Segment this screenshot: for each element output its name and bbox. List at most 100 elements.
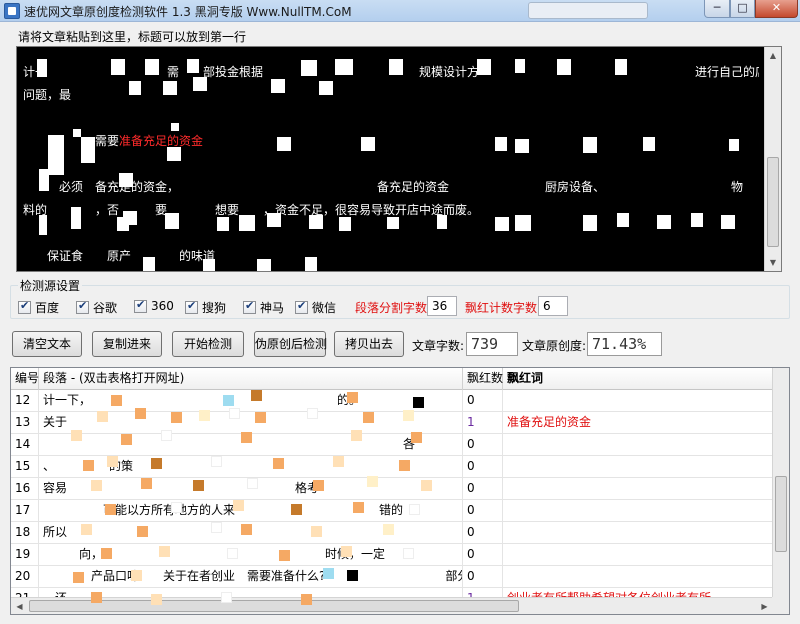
checkbox-baidu[interactable]: 百度 [18, 299, 59, 316]
table-cell-count: 0 [463, 522, 503, 544]
originality-label: 文章原创度: [522, 339, 587, 353]
close-button[interactable]: ✕ [755, 0, 798, 18]
redaction-block [97, 411, 108, 422]
redaction-block [211, 456, 222, 467]
redaction-block [323, 568, 334, 579]
redaction-block [137, 526, 148, 537]
scroll-left-arrow-icon[interactable]: ◀ [11, 598, 28, 614]
scroll-thumb[interactable] [775, 476, 787, 552]
redaction-block [333, 456, 344, 467]
table-cell-no: 16 [11, 478, 39, 500]
redaction-block [223, 395, 234, 406]
red-count-label: 飘红计数字数: [465, 301, 542, 315]
checkbox-checked-icon[interactable] [185, 299, 198, 314]
table-row[interactable]: 12 计一下， 的。 0 [11, 390, 773, 412]
redaction-block [91, 592, 102, 603]
redaction-block [247, 478, 258, 489]
redaction-block [121, 434, 132, 445]
app-icon [4, 3, 20, 19]
minimize-button[interactable]: ─ [704, 0, 730, 18]
checkbox-360[interactable]: 360 [134, 298, 174, 313]
scroll-thumb[interactable] [767, 157, 779, 247]
copy-in-button[interactable]: 复制进来 [92, 331, 162, 357]
window-search-box[interactable] [528, 2, 648, 19]
start-check-button[interactable]: 开始检测 [172, 331, 244, 357]
redaction-block [151, 594, 162, 605]
checkbox-checked-icon[interactable] [76, 299, 89, 314]
paragraph-split-input[interactable]: 36 [427, 296, 457, 316]
redaction-block [353, 502, 364, 513]
char-count-value: 739 [466, 332, 518, 356]
redaction-block [291, 504, 302, 515]
maximize-button[interactable]: □ [730, 0, 755, 18]
table-cell-no: 13 [11, 412, 39, 434]
redaction-block [111, 395, 122, 406]
redaction-block [211, 522, 222, 533]
table-row[interactable]: 17 可能以方所有地方的人来 错的 0 [11, 500, 773, 522]
table-cell-keywords [503, 390, 773, 412]
checkbox-checked-icon[interactable] [134, 298, 147, 313]
column-header-paragraph[interactable]: 段落 - (双击表格打开网址) [39, 368, 463, 390]
redaction-block [229, 408, 240, 419]
column-header-red-count[interactable]: 飘红数 [463, 368, 503, 390]
table-row[interactable]: 16 容易 格考 0 [11, 478, 773, 500]
redaction-block [135, 408, 146, 419]
scroll-up-arrow-icon[interactable]: ▲ [765, 47, 781, 64]
table-cell-no: 19 [11, 544, 39, 566]
table-cell-keywords [503, 500, 773, 522]
column-header-number[interactable]: 编号 [11, 368, 39, 390]
redaction-block [383, 524, 394, 535]
pseudo-original-check-button[interactable]: 伪原创后检测 [254, 331, 327, 357]
redaction-block [131, 570, 142, 581]
redaction-block [107, 456, 118, 467]
table-row[interactable]: 13 关于 1 准备充足的资金 [11, 412, 773, 434]
clear-text-button[interactable]: 清空文本 [12, 331, 82, 357]
redaction-block [251, 390, 262, 401]
article-line [23, 153, 759, 176]
table-cell-no: 17 [11, 500, 39, 522]
redaction-block [273, 458, 284, 469]
table-row[interactable]: 15、 的策 0 [11, 456, 773, 478]
red-count-input[interactable]: 6 [538, 296, 568, 316]
redaction-block [279, 550, 290, 561]
redaction-block [351, 430, 362, 441]
checkbox-checked-icon[interactable] [18, 299, 31, 314]
table-row[interactable]: 20 产品口味 关于在者创业 需要准备什么? 部分的分析 0 [11, 566, 773, 588]
table-cell-no: 14 [11, 434, 39, 456]
redaction-block [399, 460, 410, 471]
checkbox-wechat[interactable]: 微信 [295, 299, 336, 316]
table-cell-count: 0 [463, 390, 503, 412]
results-horizontal-scrollbar[interactable]: ◀ ▶ [11, 597, 773, 614]
redaction-block [313, 480, 324, 491]
redaction-block [341, 546, 352, 557]
checkbox-checked-icon[interactable] [295, 299, 308, 314]
article-line: 必须 备充足的资金， 备充足的资金 厨房设备、 物 [23, 180, 744, 194]
redaction-block [409, 504, 420, 515]
table-row[interactable]: 19 向， 时候，一定 0 [11, 544, 773, 566]
checkbox-sogou[interactable]: 搜狗 [185, 299, 226, 316]
checkbox-checked-icon[interactable] [243, 299, 256, 314]
checkbox-shenma[interactable]: 神马 [243, 299, 284, 316]
table-cell-count: 0 [463, 456, 503, 478]
table-cell-no: 20 [11, 566, 39, 588]
scroll-thumb[interactable] [29, 600, 519, 612]
column-header-red-words[interactable]: 飘红词 [503, 368, 773, 390]
copy-out-button[interactable]: 拷贝出去 [334, 331, 404, 357]
article-text-area[interactable]: 计一 需 部投金根据 规模设计方 进行自己的店铺，除非自己想要解决一 的问题，最… [16, 46, 782, 272]
redaction-block [105, 504, 116, 515]
originality-value: 71.43% [587, 332, 662, 356]
results-table[interactable]: 编号 段落 - (双击表格打开网址) 飘红数 飘红词 12 计一下， 的。 0 13 关… [10, 367, 790, 615]
scroll-right-arrow-icon[interactable]: ▶ [756, 598, 773, 614]
checkbox-google[interactable]: 谷歌 [76, 299, 117, 316]
redaction-block [421, 480, 432, 491]
redaction-block [311, 526, 322, 537]
article-line: 保证食 原产 的味道 [23, 249, 216, 263]
redaction-block [171, 412, 182, 423]
redaction-block [413, 397, 424, 408]
article-vertical-scrollbar[interactable]: ▲ ▼ [764, 47, 781, 271]
redaction-block [241, 432, 252, 443]
results-vertical-scrollbar[interactable] [772, 368, 789, 598]
redaction-block [347, 570, 358, 581]
scroll-down-arrow-icon[interactable]: ▼ [765, 254, 781, 271]
table-cell-count: 1 [463, 412, 503, 434]
